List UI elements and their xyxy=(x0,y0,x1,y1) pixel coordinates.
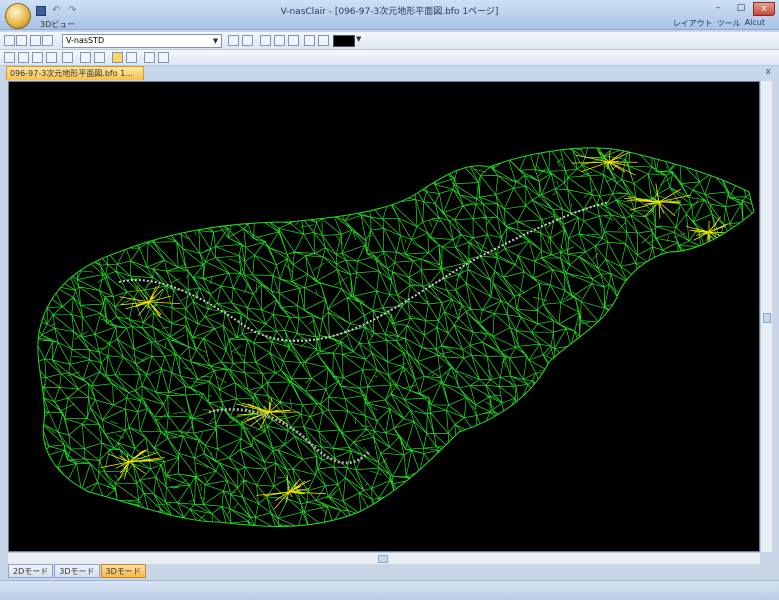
color-picker[interactable] xyxy=(333,35,355,47)
document-tab-bar: 096-97-3次元地形平面図.bfo 1... x xyxy=(0,66,779,80)
help-icon[interactable] xyxy=(288,35,299,46)
horizontal-scrollbar[interactable] xyxy=(8,552,760,564)
mode-tab-bar: 2Dモード 3Dモード 3Dモード xyxy=(8,564,760,578)
redo-view-icon[interactable] xyxy=(318,35,329,46)
tab-mode-2[interactable]: 3Dモード xyxy=(54,564,100,578)
menu-item-tools[interactable]: ツール xyxy=(717,18,741,29)
style-select[interactable]: V-nasSTD ▼ xyxy=(62,34,222,48)
document-tab[interactable]: 096-97-3次元地形平面図.bfo 1... xyxy=(6,66,144,80)
light-toggle-icon[interactable] xyxy=(112,52,123,63)
close-button[interactable]: x xyxy=(753,2,775,16)
window-controls: – □ x xyxy=(707,2,775,16)
zoom-tool-icon[interactable] xyxy=(30,35,41,46)
frame-toggle-icon[interactable] xyxy=(126,52,137,63)
tab-2d-mode[interactable]: 2Dモード xyxy=(8,564,54,578)
ribbon-tab-3d-view[interactable]: 3Dビュー xyxy=(40,19,75,30)
select-tool-icon[interactable] xyxy=(16,35,27,46)
horizontal-scroll-thumb[interactable] xyxy=(378,555,388,563)
status-bar xyxy=(0,580,779,600)
ribbon-right-menu: レイアウト ツール Alcut xyxy=(673,18,765,29)
minimize-button[interactable]: – xyxy=(707,2,729,16)
window-title: V-nasClair - [096-97-3次元地形平面図.bfo 1ページ] xyxy=(280,7,499,17)
undo-view-icon[interactable] xyxy=(304,35,315,46)
view-tool-icon[interactable] xyxy=(62,52,73,63)
settings-icon[interactable] xyxy=(158,52,169,63)
vertical-scrollbar[interactable] xyxy=(760,81,772,552)
light-tool-icon[interactable] xyxy=(42,35,53,46)
zoom-in-icon[interactable] xyxy=(242,35,253,46)
menu-item-alcut[interactable]: Alcut xyxy=(745,18,765,29)
3d-viewport[interactable] xyxy=(8,81,760,552)
terrain-mesh xyxy=(37,147,755,527)
pan-icon[interactable] xyxy=(274,35,285,46)
color-dropdown-icon[interactable]: ▼ xyxy=(356,35,361,43)
paste-tool-icon[interactable] xyxy=(32,52,43,63)
main-toolbar: V-nasSTD ▼ ▼ xyxy=(0,32,779,50)
menu-item-layout[interactable]: レイアウト xyxy=(673,18,713,29)
layer-tool-icon[interactable] xyxy=(46,52,57,63)
pointer-tool-icon[interactable] xyxy=(4,35,15,46)
secondary-toolbar xyxy=(0,50,779,66)
mesh-tool-icon[interactable] xyxy=(80,52,91,63)
zoom-window-icon[interactable] xyxy=(228,35,239,46)
tab-3d-mode[interactable]: 3Dモード xyxy=(100,564,146,578)
rotate-icon[interactable] xyxy=(260,35,271,46)
close-document-icon[interactable]: x xyxy=(766,67,771,77)
chevron-down-icon[interactable]: ▼ xyxy=(211,36,220,46)
document-tab-label: 096-97-3次元地形平面図.bfo 1... xyxy=(10,69,133,78)
copy-tool-icon[interactable] xyxy=(18,52,29,63)
vertical-scroll-thumb[interactable] xyxy=(763,313,771,323)
print-icon[interactable] xyxy=(144,52,155,63)
style-select-value: V-nasSTD xyxy=(66,36,105,45)
maximize-button[interactable]: □ xyxy=(730,2,752,16)
title-bar: ↶ ↷ 3Dビュー V-nasClair - [096-97-3次元地形平面図.… xyxy=(0,0,779,30)
surface-tool-icon[interactable] xyxy=(94,52,105,63)
move-tool-icon[interactable] xyxy=(4,52,15,63)
